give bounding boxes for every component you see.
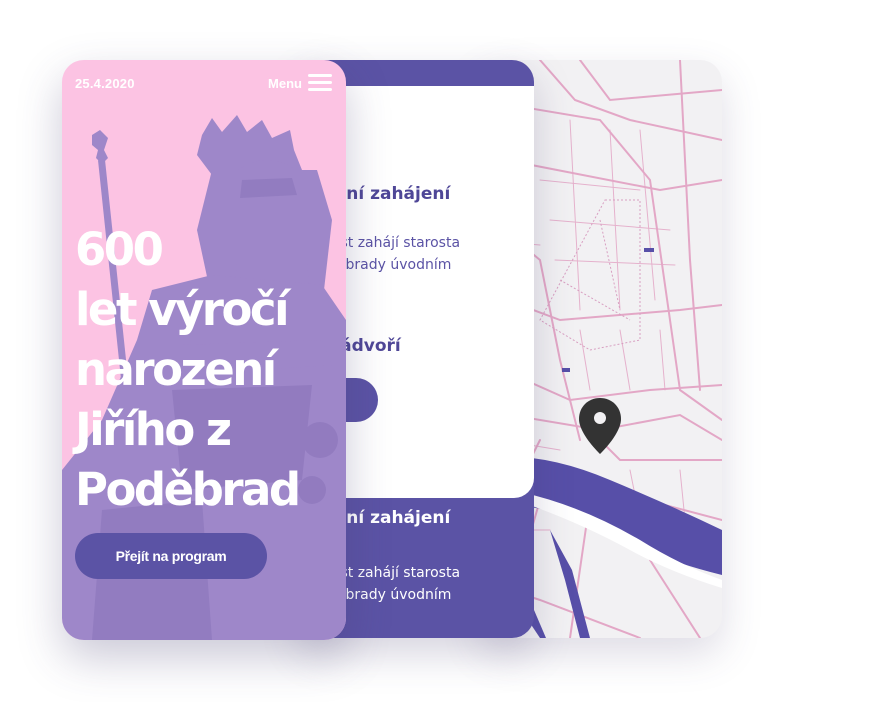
location-pin-icon[interactable] bbox=[579, 398, 621, 454]
hamburger-menu-icon[interactable] bbox=[308, 74, 332, 92]
menu-label: Menu bbox=[268, 75, 302, 91]
program-item-description-line: děbrady úvodním bbox=[328, 257, 452, 273]
hero-heading-line: let výročí bbox=[75, 283, 289, 336]
program-item-title: stní zahájení bbox=[328, 184, 451, 204]
program-item-description-line: lost zahájí starosta bbox=[328, 565, 461, 581]
hero-card: 25.4.2020 Menu 600 let výročí narození J… bbox=[62, 60, 346, 640]
hero-heading-line: Poděbrad bbox=[75, 463, 301, 516]
program-item-title: stní zahájení bbox=[328, 508, 451, 528]
program-item-description-line: lost zahájí starosta bbox=[328, 235, 461, 251]
hero-heading-line: 600 bbox=[75, 223, 164, 276]
hero-heading: 600 let výročí narození Jiřího z Poděbra… bbox=[75, 220, 301, 520]
program-item-description-line: n bbox=[328, 276, 460, 298]
go-to-program-button[interactable]: Přejít na program bbox=[75, 533, 267, 579]
hero-heading-line: Jiřího z bbox=[75, 403, 232, 456]
program-item-description: lost zahájí starosta děbrady úvodním bbox=[328, 562, 460, 606]
event-date: 25.4.2020 bbox=[75, 76, 135, 91]
program-item-description: lost zahájí starosta děbrady úvodním n bbox=[328, 232, 460, 298]
menu-button[interactable]: Menu bbox=[268, 74, 332, 92]
program-item-description-line: děbrady úvodním bbox=[328, 587, 452, 603]
hero-heading-line: narození bbox=[75, 343, 277, 396]
